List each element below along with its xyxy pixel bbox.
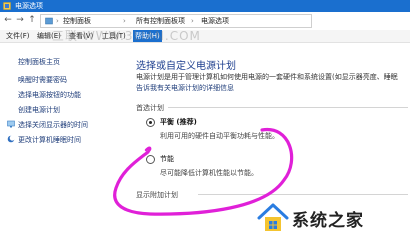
sidebar-item-require-password[interactable]: 唤醒时需要密码 <box>18 75 67 85</box>
control-panel-icon <box>45 17 53 25</box>
up-button[interactable]: ↑ <box>26 14 38 26</box>
power-options-icon <box>3 2 11 10</box>
sidebar-item-sleep-time[interactable]: 更改计算机睡眠时间 <box>18 135 81 145</box>
balanced-plan-description: 利用可用的硬件自动平衡功耗与性能。 <box>160 132 279 140</box>
additional-plans-toggle[interactable]: 显示附加计划 <box>136 190 178 200</box>
breadcrumb-control-panel[interactable]: 控制面板 <box>63 15 91 27</box>
breadcrumb-separator: › <box>123 17 126 25</box>
page-title: 选择或自定义电源计划 <box>136 61 236 72</box>
logo-text: 系统之家 <box>292 211 364 231</box>
page-description: 电源计划是用于管理计算机如何使用电源的一套硬件和系统设置(如显示器亮度、睡眠 <box>136 73 398 81</box>
forward-button[interactable]: → <box>14 14 26 26</box>
balanced-plan-radio[interactable] <box>146 118 155 127</box>
power-saver-plan-radio[interactable] <box>146 155 155 164</box>
breadcrumb-all-items[interactable]: 所有控制面板项 <box>136 15 185 27</box>
display-icon <box>7 120 15 128</box>
breadcrumb-separator: › <box>191 17 194 25</box>
section-divider <box>198 194 408 195</box>
moon-icon <box>7 135 15 143</box>
menu-file[interactable]: 文件(F) <box>4 30 32 42</box>
balanced-plan-name[interactable]: 平衡 (推荐) <box>160 117 197 127</box>
house-logo-icon <box>257 203 289 231</box>
preferred-plans-label: 首选计划 <box>136 104 164 112</box>
breadcrumb-power-options[interactable]: 电源选项 <box>201 15 229 27</box>
breadcrumb-separator: › <box>56 17 59 25</box>
sidebar: 控制面板主页 唤醒时需要密码 选择电源按钮的功能 创建电源计划 选择关闭显示器的… <box>0 43 128 248</box>
sidebar-item-power-buttons[interactable]: 选择电源按钮的功能 <box>18 90 81 100</box>
site-logo: 系统之家 <box>256 196 406 240</box>
title-bar: 电源选项 <box>0 0 410 12</box>
section-divider <box>168 107 408 108</box>
sidebar-item-control-panel-home[interactable]: 控制面板主页 <box>18 57 60 67</box>
sidebar-item-display-off[interactable]: 选择关闭显示器的时间 <box>18 120 88 130</box>
power-saver-plan-name[interactable]: 节能 <box>160 154 174 164</box>
power-saver-plan-description: 尽可能降低计算机性能以节能。 <box>160 169 258 177</box>
learn-more-link[interactable]: 告诉我有关电源计划的详细信息 <box>136 83 234 93</box>
site-watermark: 三联 WWW.3LIAN.COM <box>52 29 201 43</box>
sidebar-item-create-plan[interactable]: 创建电源计划 <box>18 105 60 115</box>
address-field[interactable]: › 控制面板 › 所有控制面板项 › 电源选项 <box>40 14 312 28</box>
back-button[interactable]: ← <box>2 14 14 26</box>
window-title: 电源选项 <box>15 2 43 10</box>
